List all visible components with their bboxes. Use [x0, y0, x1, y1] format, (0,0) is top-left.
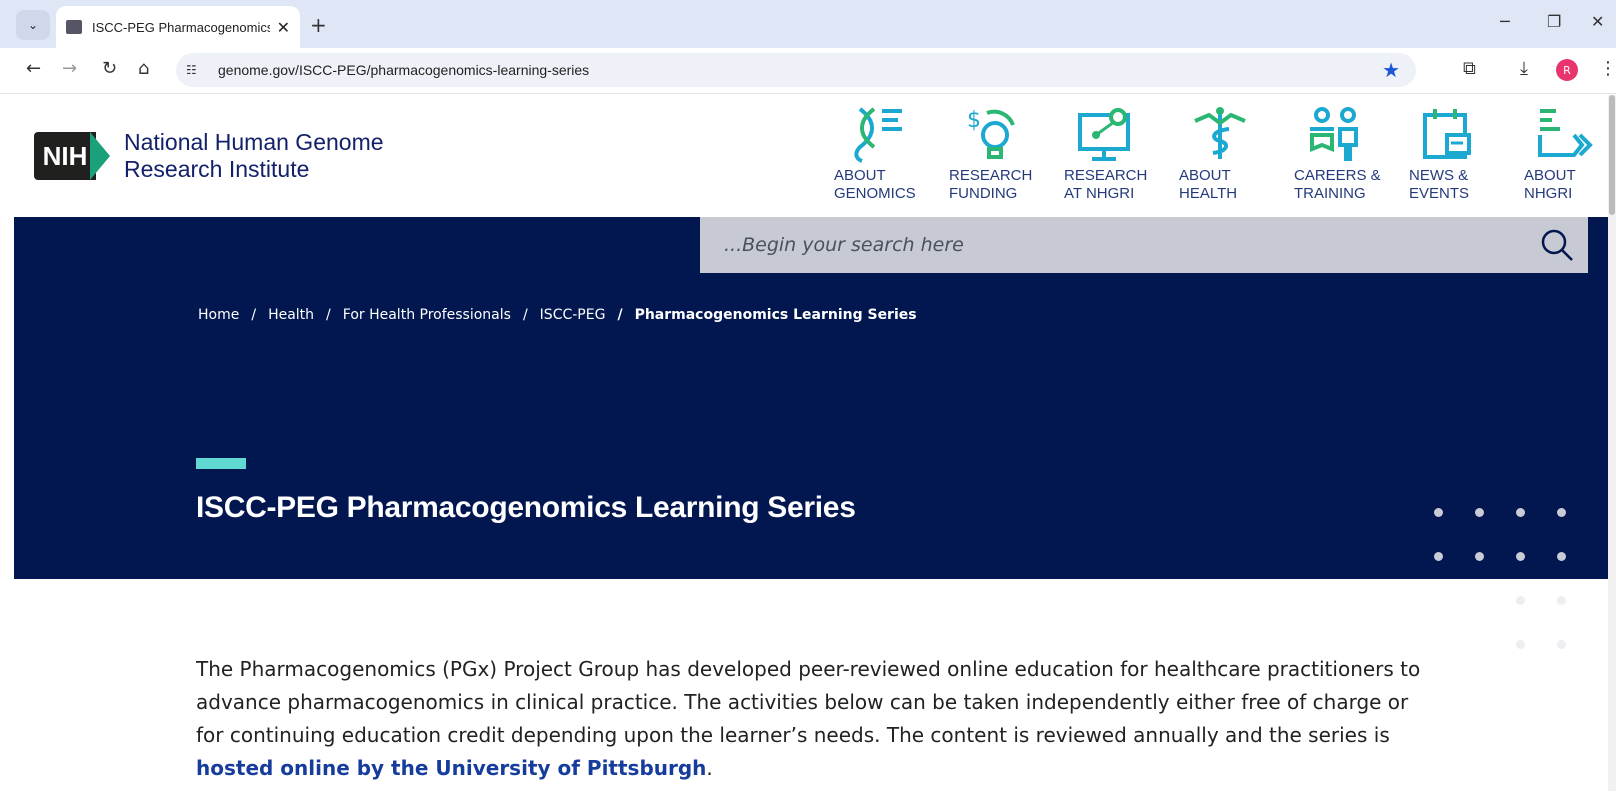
reload-icon[interactable]: ↻	[102, 58, 117, 79]
decorative-dot	[1557, 596, 1566, 605]
home-icon[interactable]: ⌂	[138, 58, 149, 79]
decorative-dot	[1516, 508, 1525, 517]
back-icon[interactable]: ←	[26, 58, 41, 79]
page-title: ISCC-PEG Pharmacogenomics Learning Serie…	[196, 491, 856, 524]
url-text: genome.gov/ISCC-PEG/pharmacogenomics-lea…	[218, 62, 590, 78]
breadcrumb-iscc-peg[interactable]: ISCC-PEG	[540, 307, 606, 323]
breadcrumb-current: Pharmacogenomics Learning Series	[634, 307, 917, 323]
decorative-dot	[1557, 552, 1566, 561]
research-monitor-icon	[1078, 108, 1130, 161]
nav-careers-training[interactable]: CAREERS & TRAINING	[1294, 105, 1409, 203]
decorative-dot	[1557, 640, 1566, 649]
nav-about-health[interactable]: ABOUT HEALTH	[1179, 105, 1294, 203]
decorative-dot	[1516, 640, 1525, 649]
menu-icon[interactable]: ⋮	[1599, 58, 1616, 79]
svg-text:$: $	[967, 108, 981, 133]
decorative-dot	[1475, 508, 1484, 517]
decorative-dot	[1434, 552, 1443, 561]
minimize-icon[interactable]: ─	[1500, 12, 1510, 31]
institute-name: National Human Genome Research Institute	[124, 129, 384, 182]
breadcrumb: Home / Health / For Health Professionals…	[198, 307, 917, 323]
breadcrumb-home[interactable]: Home	[198, 307, 239, 323]
caduceus-icon	[1194, 107, 1246, 159]
scrollbar-thumb[interactable]	[1609, 95, 1615, 215]
restore-icon[interactable]: ❐	[1547, 12, 1561, 31]
window-close-icon[interactable]: ✕	[1591, 12, 1604, 31]
breadcrumb-health[interactable]: Health	[268, 307, 314, 323]
download-icon[interactable]: ⤓	[1520, 58, 1528, 79]
nav-news-events[interactable]: NEWS & EVENTS	[1409, 105, 1524, 203]
decorative-dot	[1516, 596, 1525, 605]
tab-close-icon[interactable]: ✕	[277, 18, 290, 37]
browser-tab[interactable]: ISCC-PEG Pharmacogenomics L ✕	[56, 6, 300, 48]
favicon-icon	[66, 20, 82, 34]
breadcrumb-for-health-professionals[interactable]: For Health Professionals	[343, 307, 511, 323]
title-accent-bar	[196, 458, 246, 469]
nav-about-genomics[interactable]: ABOUT GENOMICS	[834, 105, 949, 203]
pittsburgh-link[interactable]: hosted online by the University of Pitts…	[196, 756, 706, 780]
web-page: NIH National Human Genome Research Insti…	[0, 95, 1616, 791]
forward-icon[interactable]: →	[62, 58, 77, 79]
hero-banner: ...Begin your search here Home / Health …	[14, 217, 1610, 579]
address-bar[interactable]: ☷ genome.gov/ISCC-PEG/pharmacogenomics-l…	[176, 53, 1416, 87]
intro-paragraph: The Pharmacogenomics (PGx) Project Group…	[196, 657, 1421, 780]
bookmark-star-icon[interactable]: ★	[1382, 58, 1400, 82]
extensions-icon[interactable]: ⧉	[1463, 58, 1476, 79]
tab-search-button[interactable]: ⌄	[16, 10, 50, 40]
decorative-dot	[1434, 508, 1443, 517]
new-tab-icon[interactable]: +	[310, 13, 327, 37]
calendar-icon	[1423, 109, 1471, 159]
funding-lightbulb-icon: $	[967, 108, 1015, 159]
browser-toolbar: ← → ↻ ⌂ ☷ genome.gov/ISCC-PEG/pharmacoge…	[0, 48, 1616, 94]
page-scrollbar[interactable]	[1608, 95, 1616, 791]
nhgri-logo[interactable]: NIH National Human Genome Research Insti…	[34, 129, 384, 183]
site-info-icon[interactable]: ☷	[186, 63, 206, 77]
decorative-dot	[1557, 508, 1566, 517]
nav-about-nhgri[interactable]: ABOUT NHGRI	[1524, 105, 1616, 203]
site-header: NIH National Human Genome Research Insti…	[14, 95, 1610, 217]
arrow-list-icon	[1538, 109, 1593, 157]
decorative-dot	[1475, 552, 1484, 561]
search-input[interactable]: ...Begin your search here	[724, 234, 964, 256]
decorative-dot	[1516, 552, 1525, 561]
search-icon[interactable]	[1540, 228, 1574, 262]
site-search[interactable]: ...Begin your search here	[700, 217, 1588, 273]
browser-tab-bar: ⌄ ISCC-PEG Pharmacogenomics L ✕ + ─ ❐ ✕	[0, 0, 1616, 48]
profile-avatar[interactable]: R	[1556, 59, 1578, 81]
people-icon	[1310, 107, 1358, 161]
nih-logo-icon: NIH	[34, 132, 110, 180]
tab-title: ISCC-PEG Pharmacogenomics L	[92, 19, 270, 35]
nav-research-at-nhgri[interactable]: RESEARCH AT NHGRI	[1064, 105, 1179, 203]
main-nav: ABOUT GENOMICS $ RESEARCH FUNDING RESEAR…	[834, 105, 1616, 203]
nav-research-funding[interactable]: $ RESEARCH FUNDING	[949, 105, 1064, 203]
dna-icon	[854, 107, 902, 163]
